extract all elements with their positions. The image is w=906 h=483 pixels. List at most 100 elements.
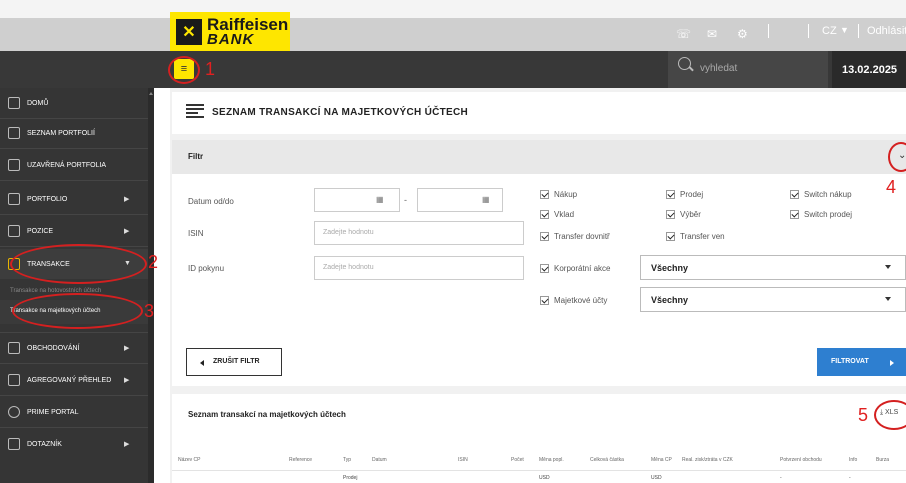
checkbox-switch-sell[interactable]: Switch prodej	[790, 210, 852, 219]
globe-icon	[8, 406, 20, 418]
column-header[interactable]: Reference	[289, 457, 312, 463]
checkbox-checked[interactable]	[540, 296, 549, 305]
checkbox-checked[interactable]	[666, 190, 675, 199]
annotation-number-2: 2	[148, 252, 159, 272]
raiffeisen-cross-icon: ✕	[176, 18, 202, 45]
brand-logo[interactable]: ✕ Raiffeisen BANK	[170, 12, 290, 51]
divider	[0, 180, 148, 181]
column-header[interactable]: Název CP	[178, 457, 201, 463]
checkbox-checked[interactable]	[790, 190, 799, 199]
sidebar-item-portfolio[interactable]: PORTFOLIO ▶	[0, 184, 148, 214]
settings-icon[interactable]: ⚙	[737, 27, 748, 41]
checkbox-sell[interactable]: Prodej	[666, 190, 703, 199]
sidebar-item-prime-portal[interactable]: PRIME PORTAL	[0, 397, 148, 427]
checkbox-checked[interactable]	[666, 210, 675, 219]
checkbox-asset-accounts[interactable]: Majetkové účty	[540, 296, 607, 305]
divider	[172, 470, 906, 471]
checkbox-withdrawal[interactable]: Výběr	[666, 210, 701, 219]
sidebar-item-label: UZAVŘENÁ PORTFOLIA	[27, 161, 107, 169]
annotation-number-4: 4	[886, 177, 897, 197]
headset-icon[interactable]: ☏	[676, 27, 691, 41]
isin-label: ISIN	[188, 229, 204, 238]
closed-document-icon	[8, 159, 20, 171]
app-window: ✕ Raiffeisen BANK ☏ ✉ ⚙ CZ ▼ Odhlásit se…	[0, 0, 906, 483]
column-header[interactable]: Burza	[876, 457, 889, 463]
sidebar-item-portfolios[interactable]: SEZNAM PORTFOLIÍ	[0, 118, 148, 148]
checkbox-checked[interactable]	[540, 264, 549, 273]
corporate-actions-select[interactable]: Všechny	[640, 255, 906, 280]
list-icon	[186, 104, 204, 120]
annotation-circle-2	[10, 244, 147, 284]
header-divider	[768, 24, 769, 38]
select-value: Všechny	[651, 263, 689, 273]
column-header[interactable]: Celková částka	[590, 457, 624, 463]
checkbox-buy[interactable]: Nákup	[540, 190, 577, 199]
order-id-label: ID pokynu	[188, 264, 225, 273]
logout-link[interactable]: Odhlásit se	[867, 25, 906, 37]
column-header[interactable]: ISIN	[458, 457, 468, 463]
column-header[interactable]: Měna CP	[651, 457, 672, 463]
checkbox-corporate-actions[interactable]: Korporátní akce	[540, 264, 610, 273]
chevron-down-icon	[885, 297, 891, 301]
column-header[interactable]: Typ	[343, 457, 351, 463]
sidebar-item-label: POZICE	[27, 227, 54, 235]
filter-title: Filtr	[188, 152, 204, 161]
order-id-field[interactable]: Zadejte hodnotu	[314, 256, 524, 280]
annotation-number-3: 3	[144, 301, 155, 321]
clear-filter-button[interactable]: ZRUŠIT FILTR	[186, 348, 282, 376]
sidebar-item-label: PRIME PORTAL	[27, 408, 79, 416]
sidebar-scrollbar[interactable]	[148, 88, 154, 483]
sidebar-item-label: PORTFOLIO	[27, 195, 68, 203]
sidebar-item-positions[interactable]: POZICE ▶	[0, 216, 148, 246]
sidebar-item-questionnaire[interactable]: DOTAZNÍK ▶	[0, 429, 148, 459]
calendar-icon[interactable]: ▦	[376, 195, 384, 204]
sidebar-item-label: AGREGOVANÝ PŘEHLED	[27, 376, 112, 384]
annotation-circle-5	[874, 400, 906, 430]
sidebar-item-home[interactable]: DOMŮ	[0, 88, 148, 118]
column-header[interactable]: Real. zisk/ztráta v CZK	[682, 457, 733, 463]
search-placeholder[interactable]: vyhledat	[700, 63, 737, 74]
checkbox-label: Prodej	[680, 190, 704, 199]
date-to-field[interactable]	[417, 188, 503, 212]
asset-accounts-select[interactable]: Všechny	[640, 287, 906, 312]
select-value: Všechny	[651, 295, 689, 305]
checkbox-checked[interactable]	[666, 232, 675, 241]
divider	[0, 214, 148, 215]
chevron-right-icon: ▶	[124, 345, 130, 352]
checkbox-transfer-out[interactable]: Transfer ven	[666, 232, 725, 241]
search-icon[interactable]	[678, 57, 691, 70]
checkbox-label: Switch prodej	[804, 210, 853, 219]
annotation-circle-3	[12, 293, 143, 329]
sidebar-item-trading[interactable]: OBCHODOVÁNÍ ▶	[0, 333, 148, 363]
sidebar-item-closed-portfolios[interactable]: UZAVŘENÁ PORTFOLIA	[0, 150, 148, 180]
checkbox-checked[interactable]	[540, 210, 549, 219]
checkbox-checked[interactable]	[790, 210, 799, 219]
calendar-icon[interactable]: ▦	[482, 195, 490, 204]
mail-icon[interactable]: ✉	[707, 27, 717, 41]
sidebar-item-aggregated[interactable]: AGREGOVANÝ PŘEHLED ▶	[0, 365, 148, 395]
checkbox-checked[interactable]	[540, 232, 549, 241]
column-header[interactable]: Potvrzení obchodu	[780, 457, 822, 463]
checkbox-switch-buy[interactable]: Switch nákup	[790, 190, 852, 199]
date-from-field[interactable]	[314, 188, 400, 212]
column-header[interactable]: Info	[849, 457, 857, 463]
table-cell: USD	[651, 475, 662, 481]
chevron-down-icon[interactable]: ▼	[840, 25, 849, 35]
column-header[interactable]: Měna popl.	[539, 457, 564, 463]
filter-button[interactable]: FILTROVAT	[817, 348, 906, 376]
divider	[0, 148, 148, 149]
checkbox-transfer-in[interactable]: Transfer dovnitř	[540, 232, 610, 241]
column-header[interactable]: Počet	[511, 457, 524, 463]
checkbox-checked[interactable]	[540, 190, 549, 199]
isin-field[interactable]: Zadejte hodnotu	[314, 221, 524, 245]
table-cell: Prodej	[343, 475, 358, 481]
brand-sub: BANK	[207, 30, 255, 48]
home-icon	[8, 97, 20, 109]
chevron-right-icon: ▶	[124, 228, 130, 235]
table-cell: -	[780, 475, 782, 481]
filter-header[interactable]	[172, 140, 906, 174]
checkbox-deposit[interactable]: Vklad	[540, 210, 574, 219]
language-selector[interactable]: CZ	[822, 25, 837, 37]
column-header[interactable]: Datum	[372, 457, 387, 463]
divider	[0, 427, 148, 428]
